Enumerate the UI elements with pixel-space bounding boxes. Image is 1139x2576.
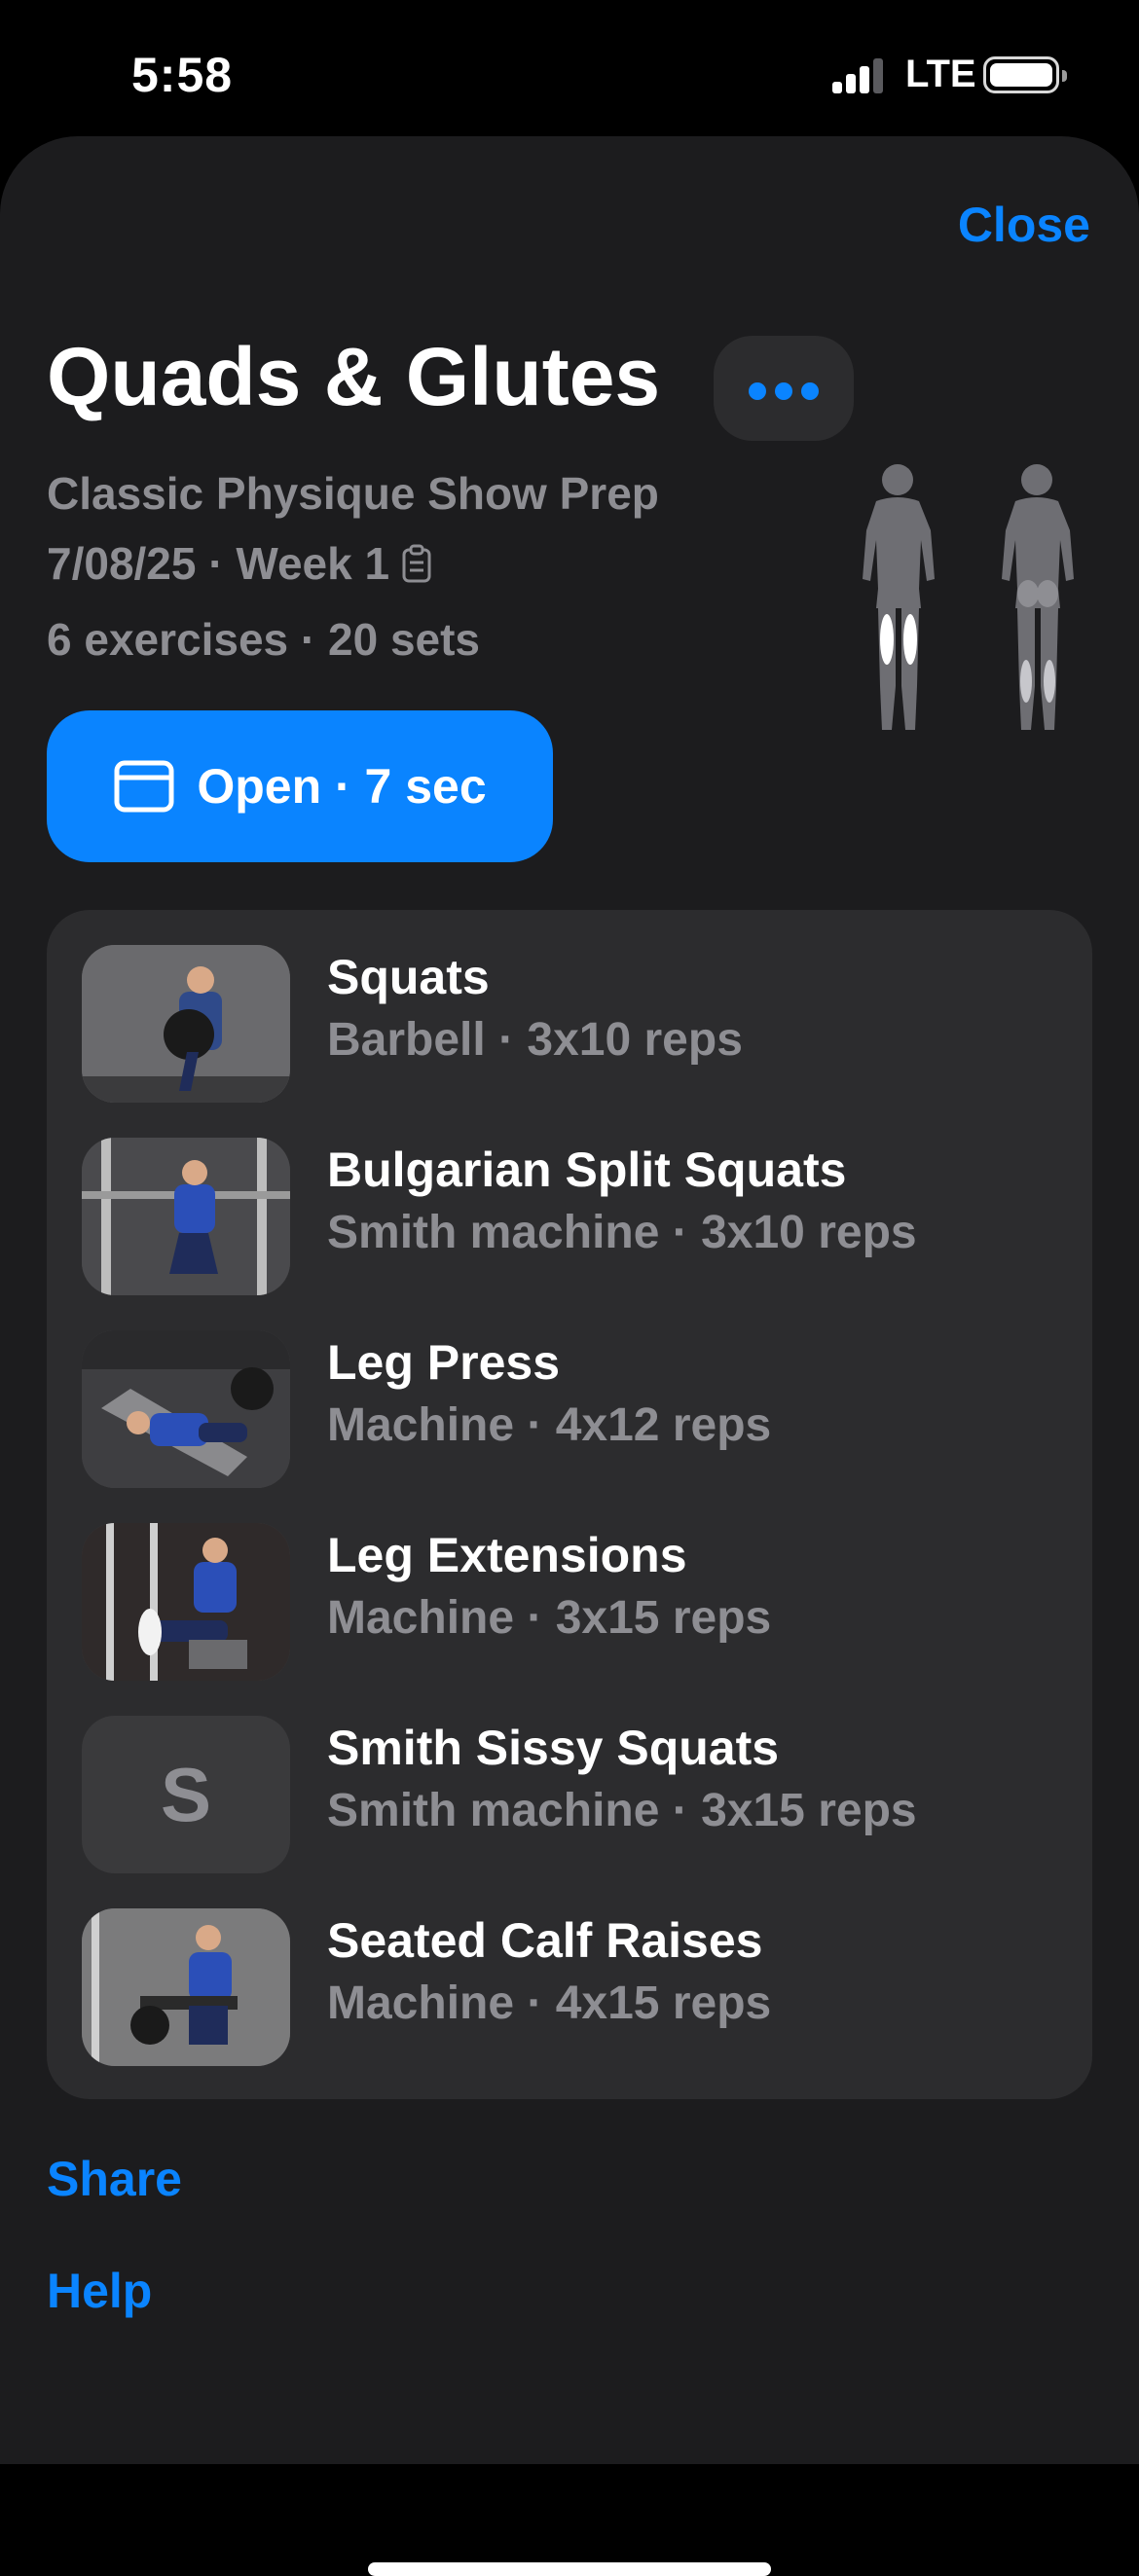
exercise-detail: Barbell · 3x10 reps <box>327 1014 743 1066</box>
network-type: LTE <box>905 53 976 95</box>
help-link[interactable]: Help <box>47 2263 152 2319</box>
exercise-thumbnail <box>82 945 290 1103</box>
exercise-row-seated-calf-raises[interactable]: Seated Calf Raises Machine · 4x15 reps <box>47 1873 1092 2066</box>
exercise-name: Smith Sissy Squats <box>327 1721 780 1775</box>
workout-sheet: Close Quads & Glutes Classic Physique Sh… <box>0 136 1139 2576</box>
home-indicator[interactable] <box>368 2562 771 2576</box>
front-body-figure <box>863 464 935 730</box>
battery-icon <box>983 56 1067 93</box>
status-time: 5:58 <box>131 48 234 102</box>
exercise-name: Seated Calf Raises <box>327 1913 763 1968</box>
clipboard-icon[interactable] <box>401 544 432 583</box>
exercise-detail: Smith machine · 3x15 reps <box>327 1785 917 1836</box>
exercise-row-smith-sissy-squats[interactable]: S Smith Sissy Squats Smith machine · 3x1… <box>47 1681 1092 1873</box>
window-icon <box>114 760 174 813</box>
program-name: Classic Physique Show Prep <box>47 468 659 519</box>
date-week: 7/08/25 · Week 1 <box>47 538 390 589</box>
exercise-summary: 6 exercises · 20 sets <box>47 614 481 665</box>
exercise-row-leg-extensions[interactable]: Leg Extensions Machine · 3x15 reps <box>47 1488 1092 1681</box>
date-week-row: 7/08/25 · Week 1 <box>47 537 432 590</box>
open-button-label: Open · 7 sec <box>197 759 487 814</box>
workout-title: Quads & Glutes <box>47 331 661 422</box>
exercise-name: Squats <box>327 950 490 1004</box>
open-workout-button[interactable]: Open · 7 sec <box>47 710 553 862</box>
exercise-row-bulgarian-split-squats[interactable]: Bulgarian Split Squats Smith machine · 3… <box>47 1103 1092 1295</box>
close-button[interactable]: Close <box>958 197 1090 253</box>
exercise-detail: Machine · 3x15 reps <box>327 1592 772 1644</box>
share-link[interactable]: Share <box>47 2151 182 2207</box>
exercise-list: Squats Barbell · 3x10 reps Bulgarian Spl… <box>47 910 1092 2099</box>
exercise-name: Leg Extensions <box>327 1528 687 1582</box>
exercise-detail: Smith machine · 3x10 reps <box>327 1207 917 1258</box>
exercise-row-leg-press[interactable]: Leg Press Machine · 4x12 reps <box>47 1295 1092 1488</box>
exercise-name: Leg Press <box>327 1335 561 1390</box>
cellular-signal-icon <box>832 58 891 93</box>
ellipsis-icon <box>749 382 766 400</box>
exercise-detail: Machine · 4x12 reps <box>327 1399 772 1451</box>
exercise-placeholder-thumbnail: S <box>82 1716 290 1873</box>
exercise-detail: Machine · 4x15 reps <box>327 1977 772 2029</box>
exercise-row-squats[interactable]: Squats Barbell · 3x10 reps <box>47 910 1092 1103</box>
back-body-figure <box>1002 464 1074 730</box>
exercise-thumbnail <box>82 1523 290 1681</box>
exercise-name: Bulgarian Split Squats <box>327 1143 847 1197</box>
exercise-thumbnail <box>82 1330 290 1488</box>
placeholder-letter: S <box>160 1751 212 1837</box>
muscle-map-icon <box>863 464 1074 730</box>
more-options-button[interactable] <box>714 336 854 441</box>
exercise-thumbnail <box>82 1908 290 2066</box>
exercise-thumbnail <box>82 1138 290 1295</box>
status-bar: 5:58 LTE <box>0 0 1139 136</box>
